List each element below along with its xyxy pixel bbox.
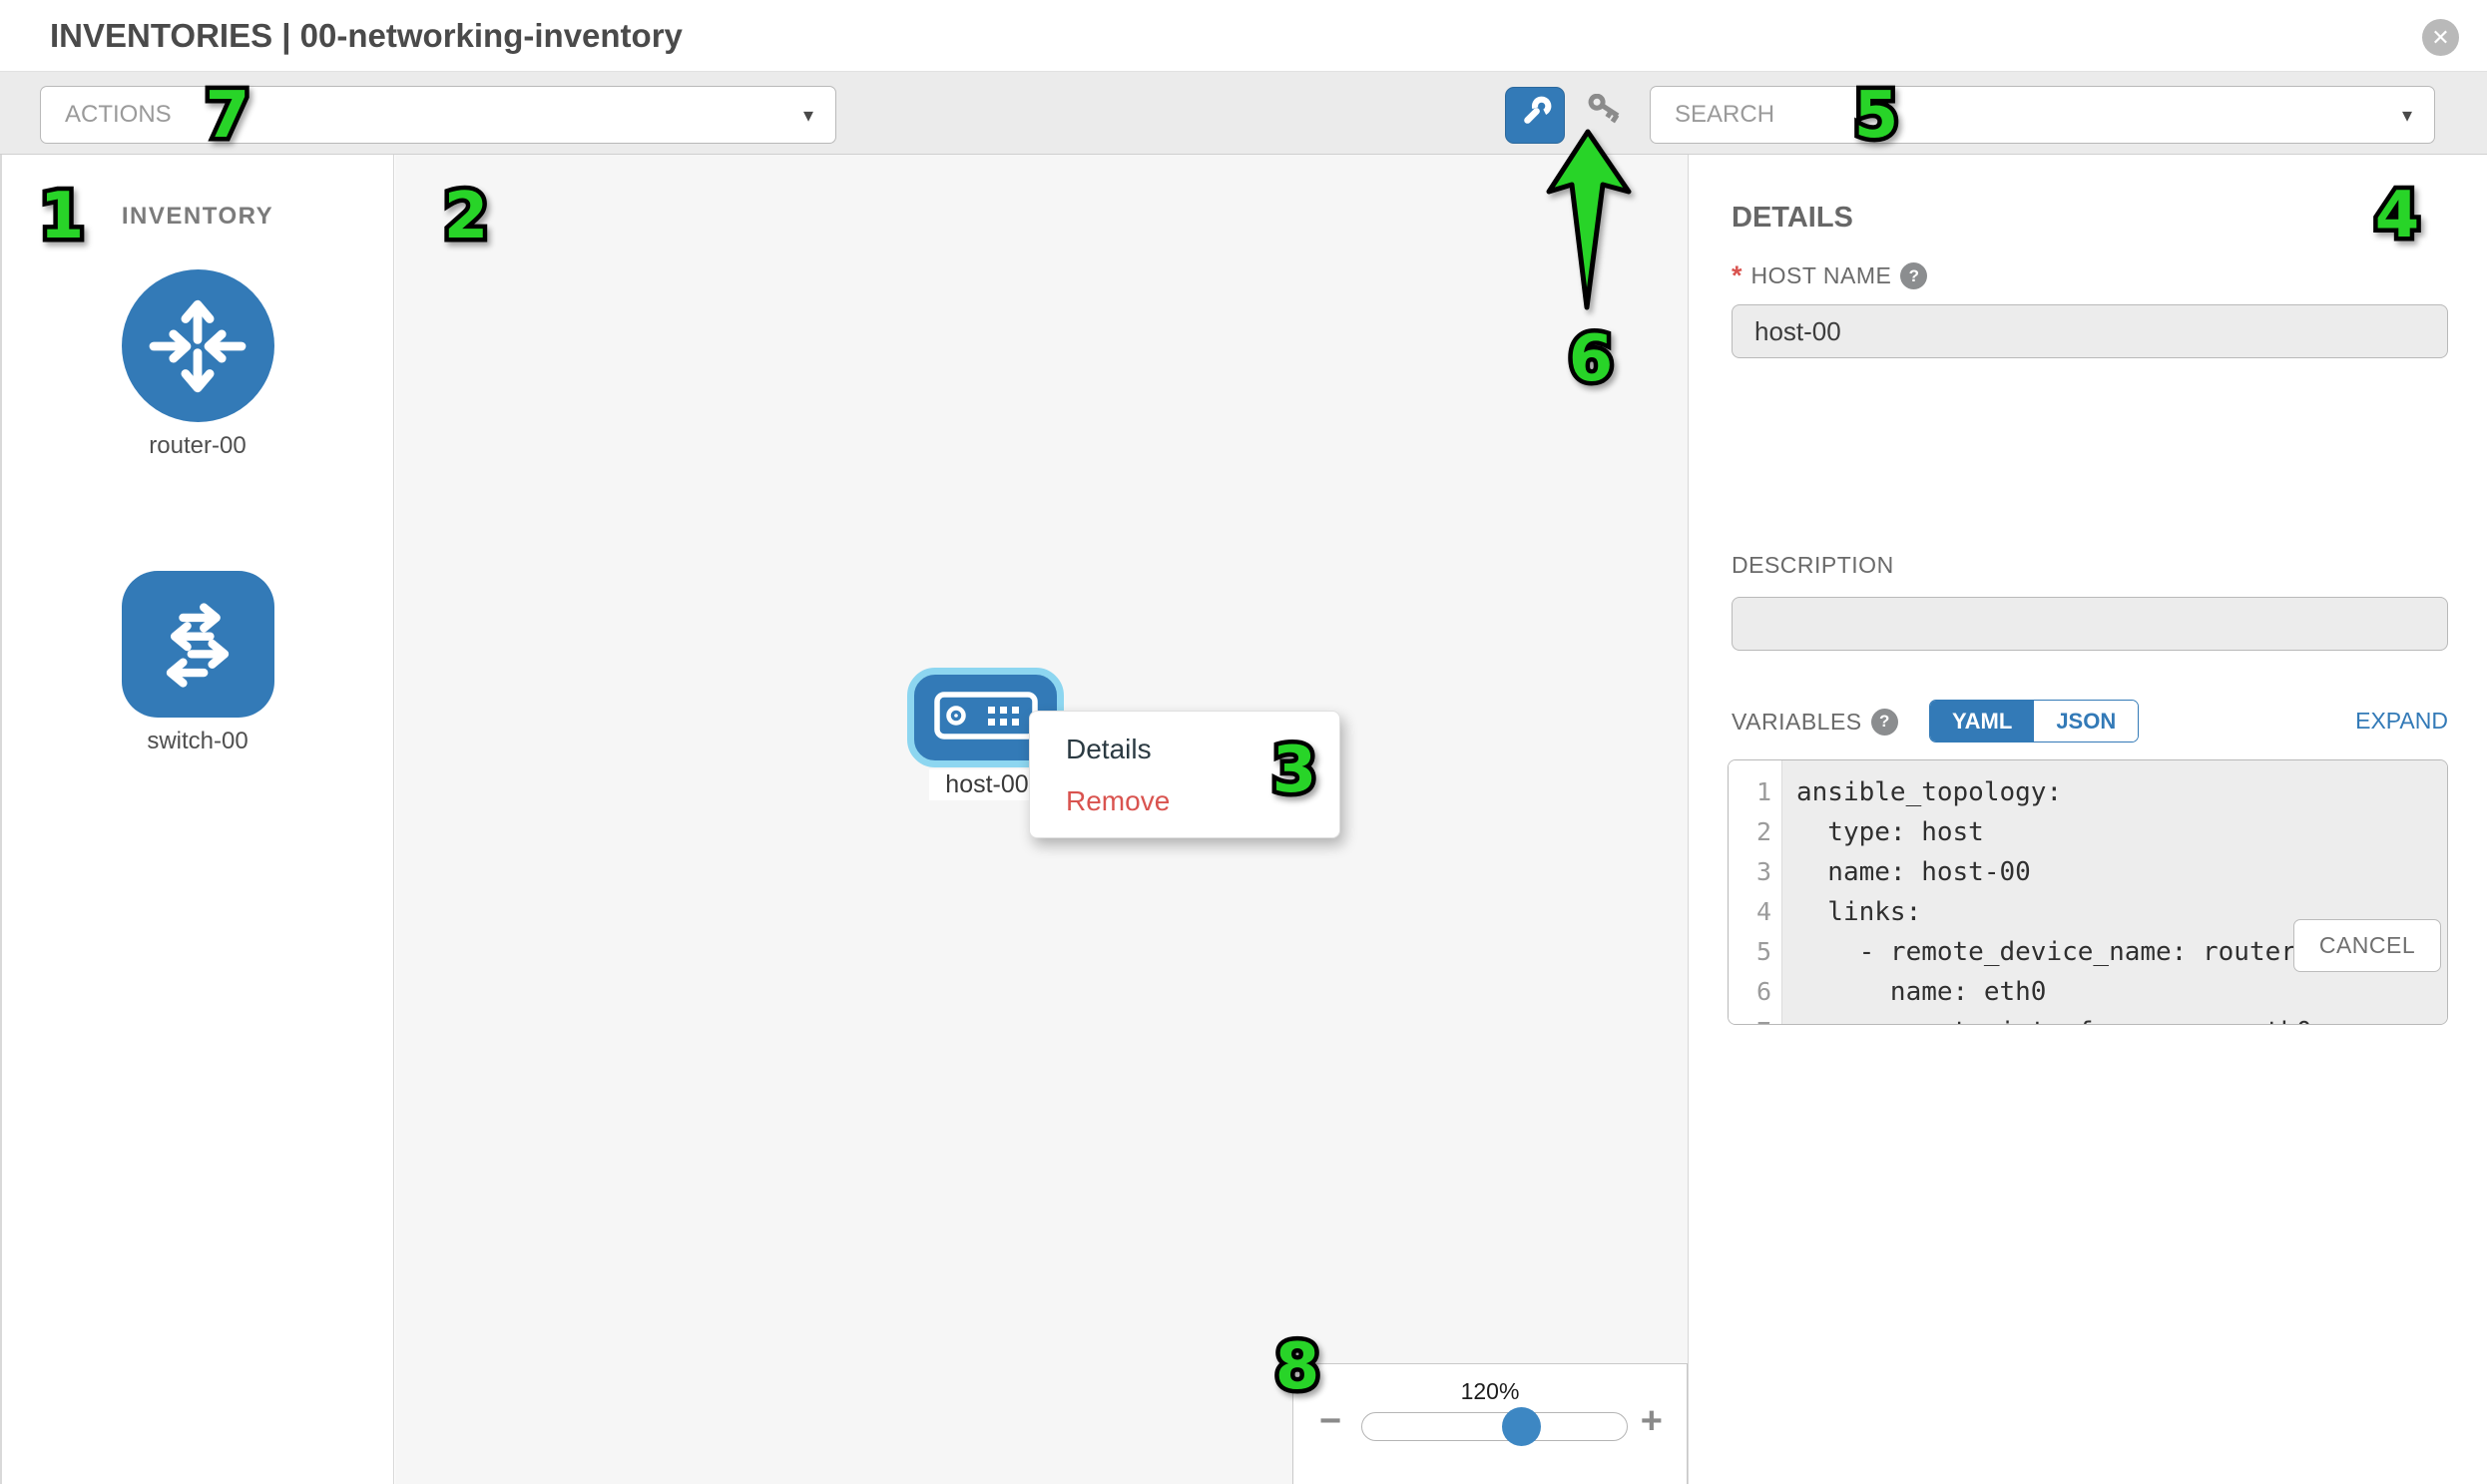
sidebar-title: INVENTORY — [2, 203, 393, 231]
palette-item-label: router-00 — [149, 432, 246, 460]
editor-code[interactable]: ansible_topology: type: host name: host-… — [1782, 760, 2447, 1024]
palette-item-switch[interactable]: switch-00 — [2, 571, 393, 755]
key-credentials-button[interactable] — [1582, 96, 1626, 136]
variables-row: VARIABLES ? YAML JSON EXPAND — [1732, 700, 2448, 743]
expand-link[interactable]: EXPAND — [2355, 708, 2448, 735]
details-panel: DETAILS * HOST NAME ? DESCRIPTION VARIAB… — [1690, 155, 2487, 1484]
line-number: 6 — [1729, 972, 1781, 1012]
code-line: name: host-00 — [1796, 852, 2447, 892]
required-marker: * — [1732, 260, 1742, 291]
node-context-menu: Details Remove — [1029, 711, 1340, 838]
close-icon[interactable]: ✕ — [2422, 19, 2459, 56]
palette-item-label: switch-00 — [147, 728, 248, 755]
code-line: ansible_topology: — [1796, 772, 2447, 812]
host-name-field[interactable] — [1732, 304, 2448, 358]
zoom-out-button[interactable]: − — [1319, 1402, 1341, 1440]
line-number: 1 — [1729, 772, 1781, 812]
actions-dropdown[interactable]: ▾ — [40, 86, 836, 144]
host-name-label-row: * HOST NAME ? — [1732, 260, 1927, 291]
variables-label: VARIABLES — [1732, 709, 1862, 736]
code-line: type: host — [1796, 812, 2447, 852]
variables-editor[interactable]: 1 2 3 4 5 6 7 ansible_topology: type: ho… — [1728, 759, 2448, 1025]
app-root: INVENTORIES | 00-networking-inventory ✕ … — [0, 0, 2487, 1484]
palette-item-router[interactable]: router-00 — [2, 269, 393, 460]
wrench-icon — [1515, 93, 1555, 138]
key-icon — [1582, 94, 1626, 139]
line-number: 4 — [1729, 892, 1781, 932]
yaml-tab[interactable]: YAML — [1930, 701, 2034, 742]
page-title: INVENTORIES | 00-networking-inventory — [50, 17, 683, 55]
help-icon[interactable]: ? — [1871, 709, 1898, 736]
code-line: name: eth0 — [1796, 972, 2447, 1012]
help-icon[interactable]: ? — [1900, 262, 1927, 289]
search-dropdown[interactable]: ▾ — [1650, 86, 2435, 144]
json-tab[interactable]: JSON — [2034, 701, 2138, 742]
zoom-level-value: 120% — [1293, 1378, 1687, 1405]
line-number: 7 — [1729, 1012, 1781, 1025]
host-node-label: host-00 — [929, 769, 1045, 800]
host-icon — [934, 692, 1038, 744]
toolbar: ▾ — [0, 72, 2487, 155]
close-glyph: ✕ — [2431, 25, 2449, 51]
zoom-slider-thumb[interactable] — [1502, 1407, 1541, 1446]
details-panel-title: DETAILS — [1732, 202, 1853, 235]
line-number: 2 — [1729, 812, 1781, 852]
topology-canvas[interactable]: host-00 Details Remove 120% − + — [395, 155, 1689, 1484]
context-menu-details[interactable]: Details — [1030, 724, 1339, 775]
context-menu-remove[interactable]: Remove — [1030, 775, 1339, 827]
description-label: DESCRIPTION — [1732, 552, 1894, 579]
line-number: 3 — [1729, 852, 1781, 892]
tools-button[interactable] — [1505, 87, 1565, 144]
zoom-control-panel: 120% − + — [1292, 1363, 1688, 1484]
page-header: INVENTORIES | 00-networking-inventory ✕ — [0, 0, 2487, 72]
variables-format-toggle: YAML JSON — [1929, 700, 2139, 742]
editor-line-numbers: 1 2 3 4 5 6 7 — [1729, 760, 1782, 1024]
zoom-in-button[interactable]: + — [1641, 1402, 1663, 1440]
host-name-label: HOST NAME — [1751, 262, 1892, 289]
actions-dropdown-input[interactable] — [41, 87, 835, 143]
inventory-sidebar: INVENTORY router-00 — [0, 155, 394, 1484]
zoom-slider-track[interactable] — [1361, 1412, 1628, 1441]
cancel-button[interactable]: CANCEL — [2293, 919, 2441, 972]
line-number: 5 — [1729, 932, 1781, 972]
description-field[interactable] — [1732, 597, 2448, 651]
router-icon[interactable] — [122, 269, 274, 422]
code-line: remote_interface_name: eth0 — [1796, 1012, 2447, 1025]
search-input[interactable] — [1651, 87, 2434, 143]
description-label-row: DESCRIPTION — [1732, 552, 1894, 579]
switch-icon[interactable] — [122, 571, 274, 718]
